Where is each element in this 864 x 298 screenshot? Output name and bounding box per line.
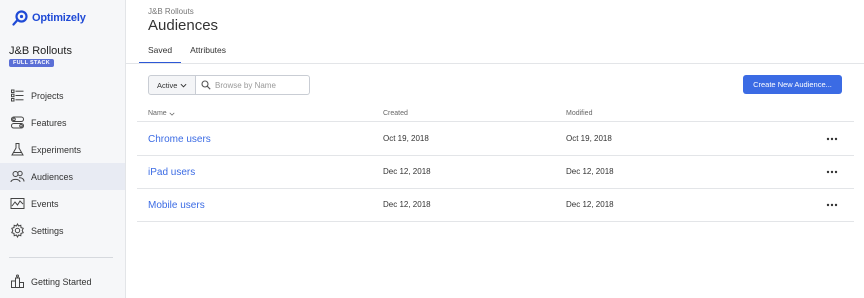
sidebar-divider [9,257,113,258]
audiences-icon [10,169,25,184]
sidebar-item-label: Getting Started [31,276,92,287]
sidebar-item-label: Events [31,198,59,209]
status-filter-value: Active [157,80,178,90]
column-header-name[interactable]: Name [148,110,175,117]
features-icon [10,115,25,130]
gear-icon [10,223,25,238]
sidebar-item-label: Features [31,117,67,128]
audience-name-link[interactable]: iPad users [148,167,195,178]
sidebar-item-projects[interactable]: Projects [0,82,125,109]
search-input[interactable] [215,80,305,90]
sidebar-item-settings[interactable]: Settings [0,217,125,244]
sort-chevron-icon [169,112,175,116]
table-row: iPad users Dec 12, 2018 Dec 12, 2018 [137,156,854,189]
sidebar-item-label: Audiences [31,171,74,182]
more-dots-icon [826,137,838,141]
sidebar-item-events[interactable]: Events [0,190,125,217]
created-date: Oct 19, 2018 [383,134,429,143]
table-row: Mobile users Dec 12, 2018 Dec 12, 2018 [137,189,854,222]
events-icon [10,196,25,211]
more-dots-icon [826,170,838,174]
sidebar-item-label: Settings [31,225,64,236]
search-box [196,75,310,95]
search-icon [201,80,211,90]
sidebar-item-experiments[interactable]: Experiments [0,136,125,163]
status-filter-dropdown[interactable]: Active [148,75,196,95]
project-badge: FULL STACK [9,59,55,67]
sidebar-nav: Projects Features Experiments Audiences … [0,82,125,244]
breadcrumb[interactable]: J&B Rollouts [148,7,194,16]
create-new-audience-button[interactable]: Create New Audience... [743,75,842,94]
projects-icon [10,88,25,103]
modified-date: Dec 12, 2018 [566,167,614,176]
optimizely-logo-icon [12,10,28,26]
table-header: Name Created Modified [137,107,854,122]
more-actions-button[interactable] [825,166,839,178]
audience-name-link[interactable]: Mobile users [148,200,205,211]
audience-name-link[interactable]: Chrome users [148,134,211,145]
project-name: J&B Rollouts [9,45,72,57]
modified-date: Dec 12, 2018 [566,200,614,209]
column-header-created[interactable]: Created [383,110,408,117]
logo-text: Optimizely [32,12,86,24]
table-row: Chrome users Oct 19, 2018 Oct 19, 2018 [137,123,854,156]
created-date: Dec 12, 2018 [383,167,431,176]
modified-date: Oct 19, 2018 [566,134,612,143]
tab-saved[interactable]: Saved [139,40,182,64]
sidebar: Optimizely J&B Rollouts FULL STACK Proje… [0,0,126,298]
column-header-modified[interactable]: Modified [566,110,592,117]
tabs-divider [126,63,864,64]
experiments-icon [10,142,25,157]
sidebar-item-label: Experiments [31,144,82,155]
column-header-label: Name [148,110,167,117]
sidebar-item-label: Projects [31,90,64,101]
getting-started-icon [10,274,25,289]
more-actions-button[interactable] [825,199,839,211]
more-dots-icon [826,203,838,207]
page-title: Audiences [148,17,219,34]
sidebar-item-getting-started[interactable]: Getting Started [0,268,125,295]
tab-bar: Saved Attributes [139,40,235,64]
sidebar-item-features[interactable]: Features [0,109,125,136]
optimizely-logo[interactable]: Optimizely [12,10,86,26]
tab-attributes[interactable]: Attributes [181,40,235,64]
more-actions-button[interactable] [825,133,839,145]
created-date: Dec 12, 2018 [383,200,431,209]
chevron-down-icon [180,83,187,87]
sidebar-item-audiences[interactable]: Audiences [0,163,125,190]
